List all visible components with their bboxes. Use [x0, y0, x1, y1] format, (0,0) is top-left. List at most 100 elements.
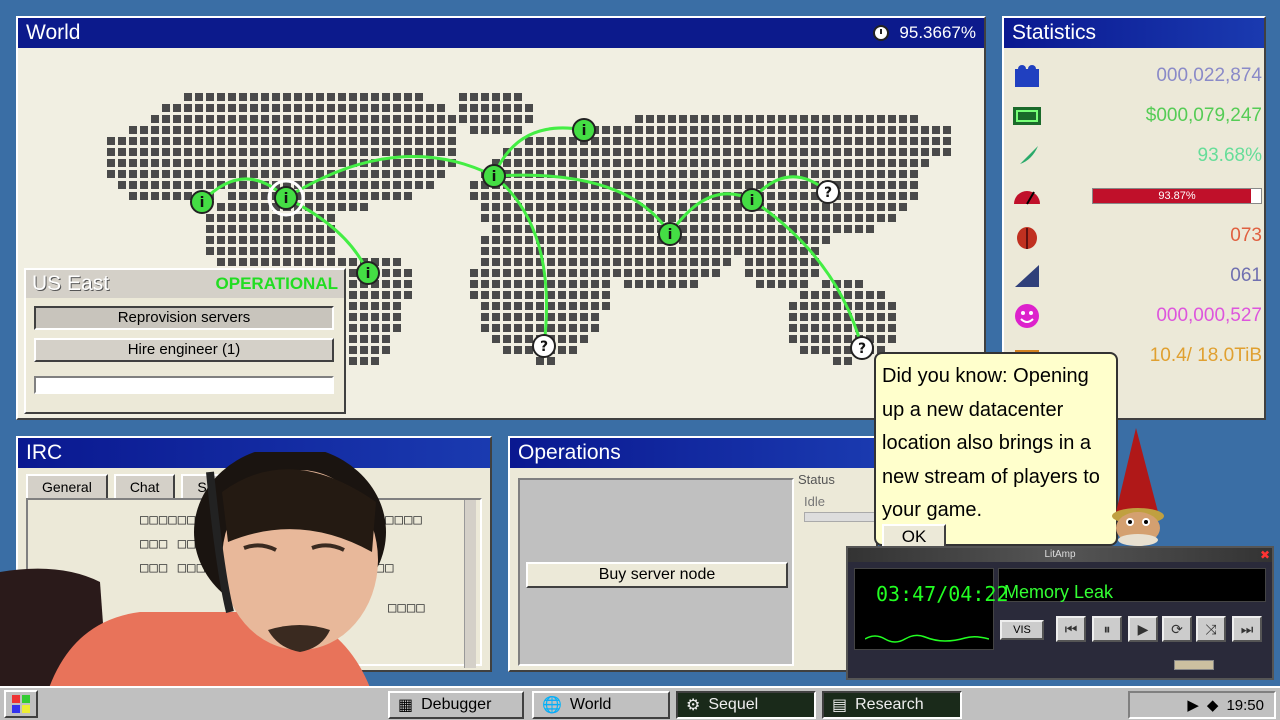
unknown-location-icon[interactable]: ? — [816, 180, 840, 204]
play-icon[interactable]: ▶ — [1128, 616, 1158, 642]
map-dot — [305, 126, 313, 134]
task-research[interactable]: ▤ Research — [822, 691, 962, 719]
datacenter-node-icon[interactable]: i — [482, 164, 506, 188]
map-dot — [558, 258, 566, 266]
map-dot — [305, 236, 313, 244]
map-dot — [316, 258, 324, 266]
operations-title: Operations — [518, 441, 621, 464]
map-dot — [283, 115, 291, 123]
map-dot — [349, 357, 357, 365]
map-dot — [602, 247, 610, 255]
map-dot — [481, 258, 489, 266]
datacenter-node-icon[interactable]: i — [190, 190, 214, 214]
map-dot — [800, 269, 808, 277]
task-world-label: World — [569, 696, 612, 713]
map-dot — [745, 115, 753, 123]
map-dot — [536, 192, 544, 200]
pause-icon[interactable]: ⏸ — [1092, 616, 1122, 642]
next-icon[interactable]: ⏭ — [1232, 616, 1262, 642]
map-dot — [613, 148, 621, 156]
datacenter-node-icon[interactable]: i — [267, 179, 305, 217]
map-dot — [536, 148, 544, 156]
map-dot — [921, 126, 929, 134]
unknown-location-icon[interactable]: ? — [532, 334, 556, 358]
datacenter-node-icon[interactable]: i — [572, 118, 596, 142]
task-debugger[interactable]: ▦ Debugger — [388, 691, 524, 719]
map-dot — [514, 280, 522, 288]
map-dot — [833, 137, 841, 145]
map-dot — [767, 192, 775, 200]
player-close-icon[interactable]: ✖ — [1260, 548, 1270, 562]
map-dot — [811, 159, 819, 167]
map-dot — [679, 137, 687, 145]
map-dot — [789, 280, 797, 288]
irc-scrollbar[interactable] — [464, 500, 476, 668]
map-dot — [173, 192, 181, 200]
operations-titlebar[interactable]: Operations — [510, 438, 876, 468]
map-dot — [789, 269, 797, 277]
map-dot — [789, 137, 797, 145]
map-dot — [239, 236, 247, 244]
statistics-titlebar[interactable]: Statistics — [1004, 18, 1264, 48]
player-seek-slider[interactable] — [1174, 660, 1214, 670]
gnome-assistant-icon[interactable] — [1106, 424, 1172, 546]
map-dot — [305, 192, 313, 200]
map-dot — [503, 236, 511, 244]
vis-toggle-button[interactable]: VIS — [1000, 620, 1044, 640]
map-dot — [261, 214, 269, 222]
map-dot — [811, 291, 819, 299]
tray-volume-icon[interactable]: ◆ — [1207, 696, 1219, 714]
world-titlebar[interactable]: World 95.3667% — [18, 18, 984, 48]
map-dot — [239, 192, 247, 200]
start-button[interactable] — [4, 690, 38, 718]
map-dot — [536, 324, 544, 332]
map-dot — [261, 225, 269, 233]
map-dot — [602, 126, 610, 134]
player-titlebar[interactable]: LitAmp ✖ — [848, 548, 1272, 562]
map-dot — [503, 280, 511, 288]
map-dot — [910, 148, 918, 156]
map-dot — [492, 203, 500, 211]
map-dot — [789, 214, 797, 222]
map-dot — [547, 247, 555, 255]
map-dot — [866, 148, 874, 156]
map-dot — [272, 247, 280, 255]
map-dot — [679, 258, 687, 266]
map-dot — [701, 203, 709, 211]
unknown-location-icon[interactable]: ? — [850, 336, 874, 360]
map-dot — [635, 192, 643, 200]
map-dot — [250, 214, 258, 222]
map-dot — [503, 258, 511, 266]
shuffle-icon[interactable]: ⤨ — [1196, 616, 1226, 642]
map-dot — [360, 170, 368, 178]
task-sequel[interactable]: ⚙ Sequel — [676, 691, 816, 719]
map-dot — [767, 247, 775, 255]
map-dot — [558, 214, 566, 222]
hire-engineer-button[interactable]: Hire engineer (1) — [34, 338, 334, 362]
map-dot — [305, 159, 313, 167]
task-research-label: Research — [855, 696, 924, 713]
map-dot — [173, 159, 181, 167]
map-dot — [481, 192, 489, 200]
map-dot — [360, 192, 368, 200]
map-dot — [536, 181, 544, 189]
map-dot — [789, 159, 797, 167]
tray-play-icon[interactable]: ▶ — [1187, 696, 1199, 714]
map-dot — [635, 280, 643, 288]
datacenter-node-icon[interactable]: i — [356, 261, 380, 285]
task-world[interactable]: 🌐 World — [532, 691, 670, 719]
map-dot — [360, 93, 368, 101]
datacenter-node-icon[interactable]: i — [658, 222, 682, 246]
reprovision-servers-button[interactable]: Reprovision servers — [34, 306, 334, 330]
map-dot — [206, 159, 214, 167]
buy-server-node-button[interactable]: Buy server node — [526, 562, 788, 588]
map-dot — [294, 115, 302, 123]
map-dot — [690, 269, 698, 277]
repeat-icon[interactable]: ⟳ — [1162, 616, 1192, 642]
datacenter-node-icon[interactable]: i — [740, 188, 764, 212]
map-dot — [657, 170, 665, 178]
previous-icon[interactable]: ⏮ — [1056, 616, 1086, 642]
map-dot — [481, 236, 489, 244]
map-dot — [525, 324, 533, 332]
players-icon — [1012, 62, 1042, 90]
